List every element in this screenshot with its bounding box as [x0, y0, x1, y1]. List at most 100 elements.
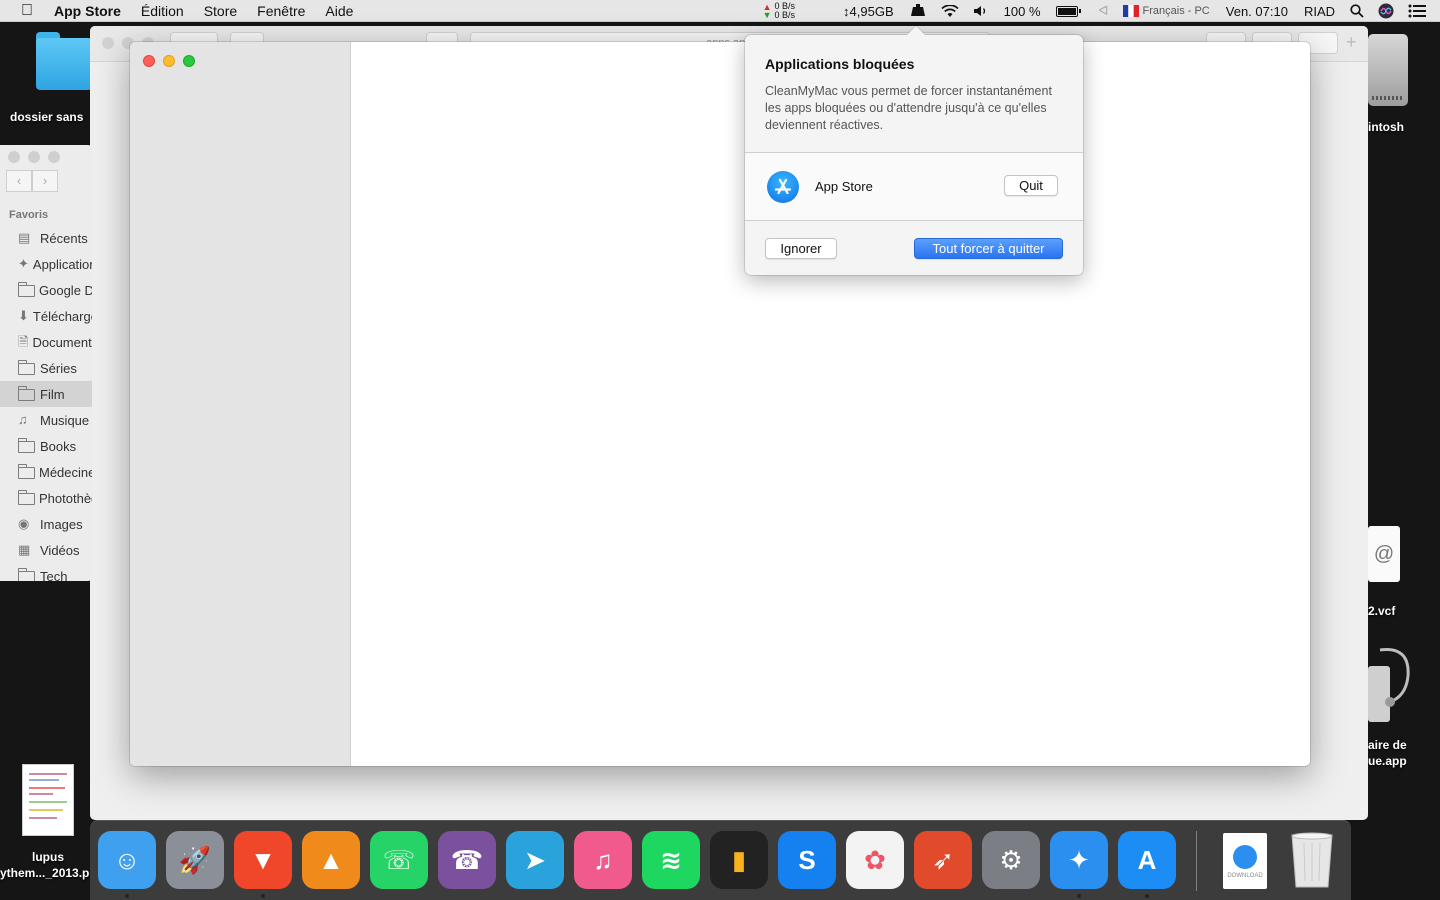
dock-app-app-store-icon[interactable]: A — [1118, 831, 1176, 889]
dock-app-rocket-app-icon[interactable]: ➶ — [914, 831, 972, 889]
popover-title: Applications bloquées — [765, 56, 915, 72]
finder-item-label: Images — [40, 516, 83, 532]
finder-item-film[interactable]: Film — [0, 381, 92, 407]
spotlight-search-icon[interactable] — [1350, 4, 1364, 18]
cleanmymac-menu-icon[interactable] — [909, 4, 927, 18]
quit-app-button[interactable]: Quit — [1004, 175, 1058, 196]
popover-description: CleanMyMac vous permet de forcer instant… — [765, 84, 1052, 132]
finder-item-label: Documents — [32, 334, 92, 350]
trash-icon[interactable] — [1288, 831, 1336, 889]
app-label[interactable]: aire de ue.app — [1368, 737, 1407, 769]
finder-zoom-button[interactable] — [48, 151, 60, 163]
dock-app-deezer-icon[interactable]: ▮ — [710, 831, 768, 889]
vcard-file-label[interactable]: 2.vcf — [1368, 604, 1395, 618]
dock-app-telegram-icon[interactable]: ➤ — [506, 831, 564, 889]
desktop-folder-label[interactable]: dossier sans — [10, 110, 98, 124]
finder-item-musique[interactable]: ♫ Musique — [0, 407, 92, 433]
memory-indicator[interactable]: ↕4,95GB — [843, 4, 894, 19]
dock-app-rocket-icon[interactable]: 🚀 — [166, 831, 224, 889]
dock-app-shazam-icon[interactable]: S — [778, 831, 836, 889]
finder-item-videos[interactable]: ▦ Vidéos — [0, 537, 92, 563]
close-button[interactable] — [143, 55, 155, 67]
dock-app-music-note-icon[interactable]: ♫ — [574, 831, 632, 889]
network-speed-monitor[interactable]: ▲ ▼ 0 B/s 0 B/s — [763, 2, 795, 20]
finder-item-label: Musique — [40, 412, 90, 428]
dock-app-whatsapp-icon[interactable]: ☏ — [370, 831, 428, 889]
pdf-document-label[interactable]: lupus ythem..._2013.p — [0, 849, 96, 881]
menu-fenetre[interactable]: Fenêtre — [247, 0, 315, 22]
downloads-stack[interactable]: DOWNLOAD — [1223, 833, 1267, 889]
hard-drive-icon[interactable] — [1368, 34, 1408, 106]
battery-icon[interactable] — [1055, 5, 1081, 17]
app-label-line1: aire de — [1368, 738, 1407, 752]
menu-edition[interactable]: Édition — [131, 0, 194, 22]
hung-app-row: App Store Quit — [745, 153, 1083, 220]
app-store-window[interactable] — [130, 42, 1310, 766]
dock-app-spotify-icon[interactable]: ≋ — [642, 831, 700, 889]
finder-item-recents[interactable]: ▤ Récents — [0, 225, 92, 251]
apple-menu-icon[interactable]:  — [0, 2, 54, 20]
finder-item-label: Applications — [32, 256, 92, 272]
finder-item-label: Récents — [40, 230, 88, 246]
dock-app-finder-icon[interactable]: ☺ — [98, 831, 156, 889]
pdf-label-line2: ythem..._2013.p — [0, 866, 90, 880]
french-flag-icon — [1122, 5, 1139, 17]
finder-item-label: Photothèque — [39, 490, 92, 506]
desktop-folder-icon[interactable] — [36, 32, 92, 90]
menu-store[interactable]: Store — [194, 0, 247, 22]
pdf-label-line1: lupus — [32, 850, 64, 864]
hung-app-name: App Store — [815, 179, 873, 194]
siri-icon[interactable] — [1378, 3, 1394, 19]
dock-app-gear-icon[interactable]: ⚙ — [982, 831, 1040, 889]
pdf-document-icon[interactable] — [22, 764, 74, 836]
finder-window-controls — [8, 151, 60, 163]
applications-icon: ✦ — [18, 256, 29, 271]
input-source[interactable]: Français - PC — [1143, 5, 1210, 17]
finder-item-google-drive[interactable]: Google Drive — [0, 277, 92, 303]
finder-item-documents[interactable]: 🗎 Documents — [0, 329, 92, 355]
user-name[interactable]: RIAD — [1304, 4, 1335, 19]
finder-item-label: Books — [40, 438, 77, 454]
popover-divider — [745, 220, 1083, 221]
finder-window[interactable]: ‹ › Favoris ▤ Récents ✦Applications Googl… — [0, 145, 92, 581]
volume-icon[interactable] — [973, 5, 989, 17]
dock-app-viber-icon[interactable]: ☎ — [438, 831, 496, 889]
menu-aide[interactable]: Aide — [315, 0, 363, 22]
bg-close-button[interactable] — [102, 37, 114, 49]
finder-minimize-button[interactable] — [28, 151, 40, 163]
minimize-button[interactable] — [163, 55, 175, 67]
folder-icon — [18, 282, 35, 297]
dock-app-vlc-cone-icon[interactable]: ▲ — [302, 831, 360, 889]
finder-item-applications[interactable]: ✦Applications — [0, 251, 92, 277]
zoom-button[interactable] — [183, 55, 195, 67]
finder-item-series[interactable]: Séries — [0, 355, 92, 381]
stethoscope-app-icon[interactable] — [1366, 646, 1412, 726]
app-store-icon — [767, 171, 799, 203]
finder-item-label: Vidéos — [40, 542, 80, 558]
finder-item-images[interactable]: ◉ Images — [0, 511, 92, 537]
wifi-icon[interactable] — [941, 4, 959, 18]
menu-app-name[interactable]: App Store — [54, 0, 131, 22]
notification-center-icon[interactable] — [1408, 4, 1426, 18]
finder-forward-button[interactable]: › — [32, 170, 58, 192]
finder-item-phototheque[interactable]: Photothèque — [0, 485, 92, 511]
clock[interactable]: Ven. 07:10 — [1226, 4, 1288, 19]
safari-download-icon — [1233, 845, 1257, 869]
dock-running-indicator — [261, 894, 265, 898]
hard-drive-label[interactable]: intosh — [1368, 120, 1404, 134]
bg-new-tab-icon[interactable]: + — [1346, 32, 1357, 53]
finder-item-downloads[interactable]: ⬇Téléchargements — [0, 303, 92, 329]
battery-percent[interactable]: 100 % — [1004, 4, 1041, 19]
bluetooth-icon[interactable]: ᐊ — [1099, 3, 1109, 19]
finder-item-tech[interactable]: Tech — [0, 563, 92, 581]
finder-item-medecine[interactable]: Médecine — [0, 459, 92, 485]
vcard-file-icon[interactable]: @ — [1368, 526, 1400, 582]
finder-close-button[interactable] — [8, 151, 20, 163]
finder-item-books[interactable]: Books — [0, 433, 92, 459]
dock-app-brave-lion-icon[interactable]: ▼ — [234, 831, 292, 889]
dock-app-photos-icon[interactable]: ✿ — [846, 831, 904, 889]
dock-app-safari-compass-icon[interactable]: ✦ — [1050, 831, 1108, 889]
ignore-button[interactable]: Ignorer — [765, 238, 837, 259]
finder-back-button[interactable]: ‹ — [6, 170, 32, 192]
force-quit-all-button[interactable]: Tout forcer à quitter — [914, 238, 1063, 259]
